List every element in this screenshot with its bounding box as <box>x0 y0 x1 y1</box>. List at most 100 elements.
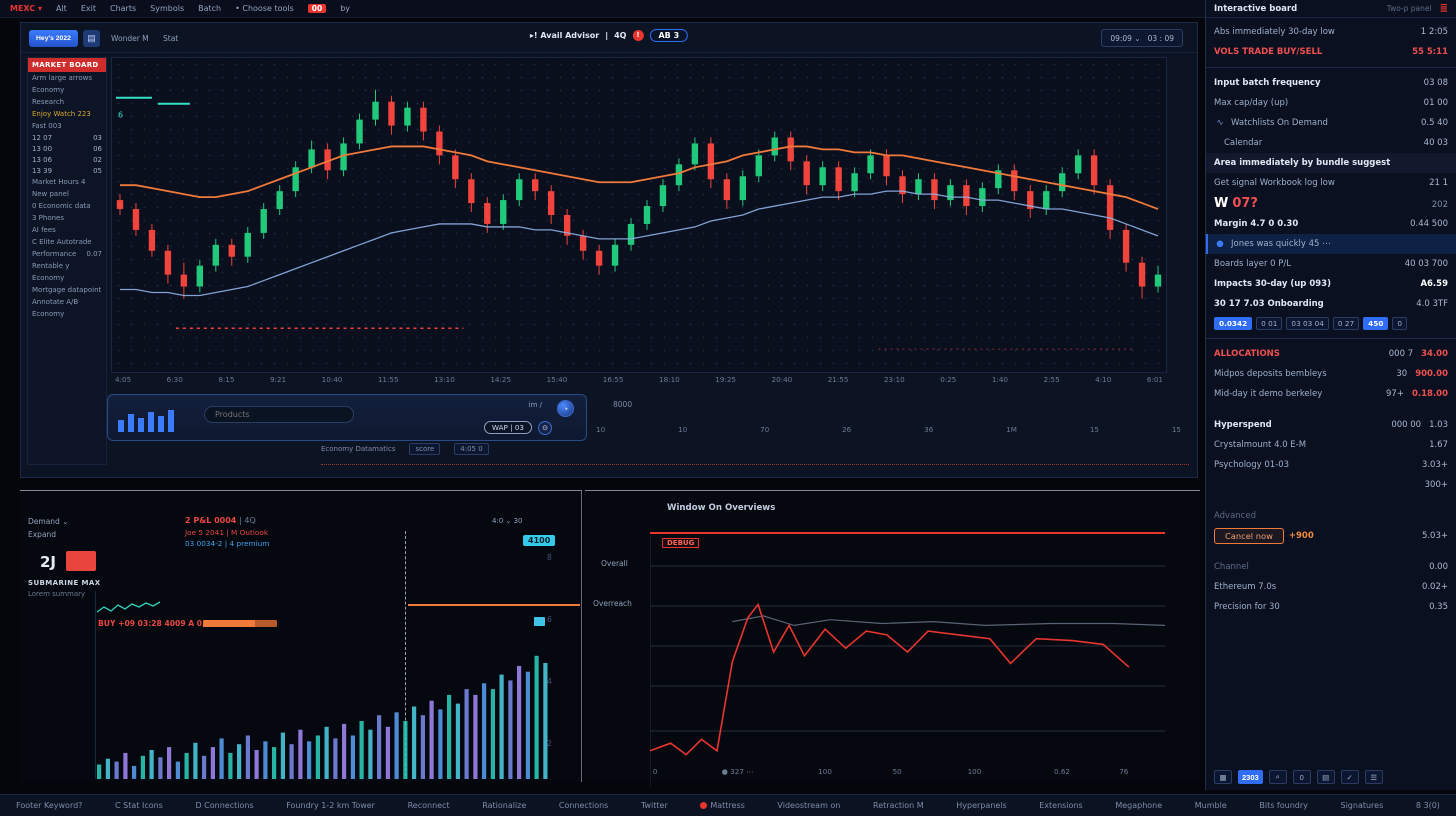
watchlist-item[interactable]: Research <box>28 96 106 108</box>
globe-icon[interactable]: ◔ <box>557 400 574 417</box>
score-pill[interactable]: score <box>409 443 440 455</box>
statusbar-item[interactable]: Twitter <box>641 801 668 810</box>
statusbar-item[interactable]: Mumble <box>1195 801 1227 810</box>
statusbar-item[interactable]: Hyperpanels <box>956 801 1006 810</box>
statusbar-item[interactable]: C Stat Icons <box>115 801 163 810</box>
quote-row[interactable]: 13 06 02 <box>28 154 106 165</box>
sidebar-row[interactable]: Precision for 300.35 <box>1206 597 1456 617</box>
sidebar-row[interactable]: Channel0.00 <box>1206 557 1456 577</box>
wap-pill[interactable]: WAP | 03 <box>484 421 532 434</box>
filter-pill[interactable]: 0 27 <box>1333 317 1359 330</box>
candlestick-chart[interactable]: 6 <box>111 57 1167 373</box>
menu-red-icon[interactable]: ≣ <box>1440 3 1448 14</box>
sidebar-row[interactable]: Ethereum 7.0s0.02+ <box>1206 577 1456 597</box>
watchlist-item[interactable]: New panel <box>28 188 106 200</box>
statusbar-item[interactable]: Videostream on <box>777 801 840 810</box>
menu-item[interactable]: Charts <box>110 4 136 13</box>
watchlist-item[interactable]: Performance0.07 <box>28 248 106 260</box>
statusbar-item[interactable]: Retraction M <box>873 801 924 810</box>
statusbar-item[interactable]: Bits foundry <box>1259 801 1308 810</box>
layout-icon[interactable]: ▤ <box>83 30 100 47</box>
toolbar-icon[interactable]: ✓ <box>1341 770 1359 784</box>
watchlist-item[interactable]: C Elite Autotrade <box>28 236 106 248</box>
watchlist-item[interactable]: AI fees <box>28 224 106 236</box>
watchlist-item[interactable]: Mortgage datapoint <box>28 284 106 296</box>
statusbar-item[interactable]: Rationalize <box>482 801 526 810</box>
toolbar-icon[interactable]: ▦ <box>1214 770 1232 784</box>
watchlist-item[interactable]: Rentable y <box>28 260 106 272</box>
statusbar-item[interactable]: D Connections <box>195 801 253 810</box>
sidebar-row[interactable]: Crystalmount 4.0 E-M1.67 <box>1206 435 1456 455</box>
toolbar-icon[interactable]: ▤ <box>1317 770 1335 784</box>
sidebar-row[interactable]: ALLOCATIONS000 734.00 <box>1206 344 1456 364</box>
statusbar-item[interactable]: Mattress <box>700 801 744 810</box>
sidebar-row[interactable]: Calendar40 03 <box>1206 133 1456 153</box>
menu-item[interactable]: MEXC ▾ <box>10 4 42 13</box>
toolbar-icon[interactable]: ☰ <box>1365 770 1383 784</box>
products-search-input[interactable] <box>204 406 354 423</box>
watchlist-item[interactable]: 3 Phones <box>28 212 106 224</box>
watchlist-item[interactable]: Fast 003 <box>28 120 106 132</box>
pair-badge[interactable]: AB 3 <box>649 29 688 42</box>
toolbar-label-2[interactable]: Stat <box>163 34 178 43</box>
menu-item[interactable]: Symbols <box>150 4 184 13</box>
menu-item[interactable]: • Choose tools <box>235 4 294 13</box>
symbol-select-button[interactable]: Hey's 2022 <box>29 30 78 47</box>
statusbar-item[interactable]: Footer Keyword? <box>16 801 82 810</box>
timeframe-label[interactable]: 4Q <box>614 31 626 40</box>
filter-pill[interactable]: 03 03 04 <box>1286 317 1329 330</box>
sidebar-row[interactable]: Area immediately by bundle suggest <box>1206 153 1456 173</box>
filter-pill[interactable]: 450 <box>1363 317 1388 330</box>
sidebar-row[interactable]: Midpos deposits bembleys30900.00 <box>1206 364 1456 384</box>
sidebar-row[interactable]: Advanced <box>1206 506 1456 526</box>
menu-item[interactable]: Exit <box>81 4 96 13</box>
sidebar-row[interactable]: Margin 4.7 0 0.300.44 500 <box>1206 214 1456 234</box>
statusbar-item[interactable]: Megaphone <box>1115 801 1162 810</box>
quote-row[interactable]: 12 07 03 <box>28 132 106 143</box>
cancel-order-button[interactable]: Cancel now <box>1214 528 1284 544</box>
watchlist-item[interactable]: Arm large arrows <box>28 72 106 84</box>
menu-item[interactable]: Alt <box>56 4 67 13</box>
sidebar-row[interactable]: VOLS TRADE BUY/SELL55 5:11 <box>1206 42 1456 62</box>
watchlist-item[interactable]: Economy <box>28 272 106 284</box>
watchlist-item[interactable]: Economy <box>28 308 106 320</box>
statusbar-item[interactable]: 8 3(0) <box>1416 801 1440 810</box>
quote-row[interactable]: 13 00 06 <box>28 143 106 154</box>
price-badge[interactable]: 4100 <box>523 535 555 546</box>
sell-marker[interactable] <box>66 551 96 571</box>
session-clock[interactable]: 09:09 ⌄ 03 : 09 <box>1101 29 1183 47</box>
menu-item[interactable]: Batch <box>198 4 221 13</box>
watchlist-item[interactable]: Market Hours 4 <box>28 176 106 188</box>
alert-icon[interactable]: ! <box>632 30 643 41</box>
sidebar-row[interactable]: Impacts 30-day (up 093)A6.59 <box>1206 274 1456 294</box>
statusbar-item[interactable]: Foundry 1-2 km Tower <box>286 801 375 810</box>
sidebar-row[interactable]: Hyperspend000 001.03 <box>1206 415 1456 435</box>
tab-expand[interactable]: Expand <box>28 530 68 539</box>
sidebar-row[interactable]: Max cap/day (up)01 00 <box>1206 93 1456 113</box>
menu-item[interactable]: by <box>340 4 350 13</box>
sidebar-row[interactable]: 30 17 7.03 Onboarding4.0 3TF <box>1206 294 1456 314</box>
target-icon[interactable]: ⊙ <box>538 421 552 435</box>
sidebar-row[interactable]: ∿Watchlists On Demand0.5 40 <box>1206 113 1456 133</box>
sidebar-row[interactable]: Boards layer 0 P/L40 03 700 <box>1206 254 1456 274</box>
sidebar-row[interactable]: ●Jones was quickly 45 ⋯ <box>1206 234 1456 254</box>
sidebar-row[interactable]: Input batch frequency03 08 <box>1206 73 1456 93</box>
tab-demand[interactable]: Demand ⌄ <box>28 517 68 526</box>
statusbar-item[interactable]: Extensions <box>1039 801 1082 810</box>
watchlist-item[interactable]: 0 Economic data <box>28 200 106 212</box>
watchlist-item[interactable]: Enjoy Watch 223 <box>28 108 106 120</box>
menu-item[interactable]: 00 <box>308 4 326 13</box>
sidebar-row[interactable]: 300+ <box>1206 475 1456 495</box>
watchlist-item[interactable]: Economy <box>28 84 106 96</box>
quote-row[interactable]: 13 39 05 <box>28 165 106 176</box>
statusbar-item[interactable]: Signatures <box>1341 801 1384 810</box>
toolbar-chip[interactable]: 2303 <box>1238 770 1263 784</box>
statusbar-item[interactable]: Connections <box>559 801 608 810</box>
filter-pill[interactable]: 0.0342 <box>1214 317 1252 330</box>
filter-pill[interactable]: 0 01 <box>1256 317 1282 330</box>
watchlist-item[interactable]: Annotate A/B <box>28 296 106 308</box>
toolbar-label-1[interactable]: Wonder M <box>111 34 149 43</box>
statusbar-item[interactable]: Reconnect <box>408 801 450 810</box>
sidebar-row[interactable]: Mid-day it demo berkeley97+0.18.00 <box>1206 384 1456 404</box>
toolbar-chip[interactable]: 0 <box>1293 770 1311 784</box>
